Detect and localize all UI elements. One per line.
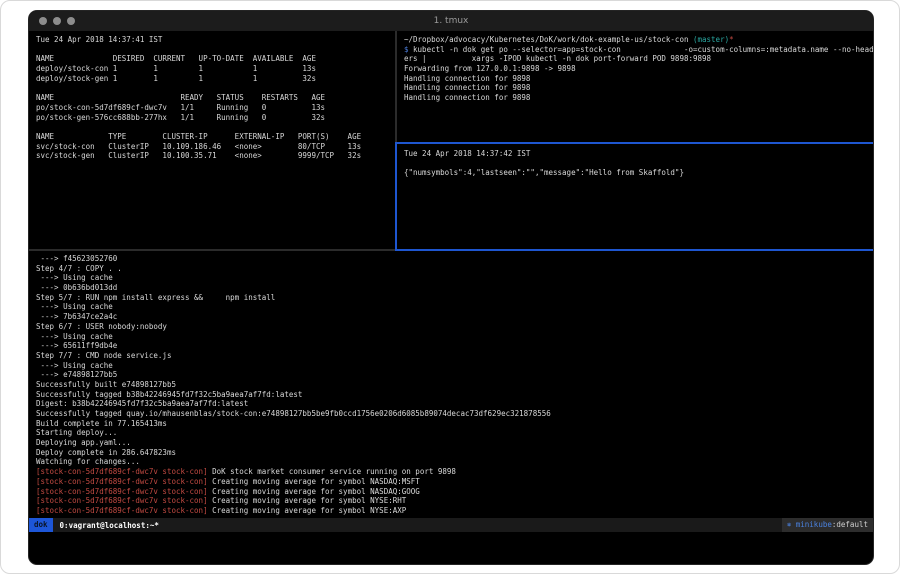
table-row: po/stock-gen-576cc688bb-277hx 1/1 Runnin… — [36, 113, 395, 123]
tmux-window-label[interactable]: 0:vagrant@localhost:~* — [53, 521, 159, 530]
command-text: kubectl -n dok get po --selector=app=sto… — [409, 45, 873, 54]
window-titlebar[interactable]: 1. tmux — [29, 11, 873, 31]
build-output-line: Step 7/7 : CMD node service.js — [36, 351, 873, 361]
tmux-session-name[interactable]: dok — [29, 518, 53, 532]
build-output-line: Step 5/7 : RUN npm install express && np… — [36, 293, 873, 303]
pod-log-line: [stock-con-5d7df689cf-dwc7v stock-con] C… — [36, 477, 873, 487]
build-output-line: Starting deploy... — [36, 428, 873, 438]
pod-log-message: DoK stock market consumer service runnin… — [208, 467, 456, 476]
build-output-line: ---> 65611ff9db4e — [36, 341, 873, 351]
build-output-line: Digest: b38b42246945fd7f32c5ba9aea7af7fd… — [36, 399, 873, 409]
command-line: $ kubectl -n dok get po --selector=app=s… — [404, 45, 873, 55]
pod-log-message: Creating moving average for symbol NYSE:… — [208, 496, 407, 505]
pod-log-prefix: [stock-con-5d7df689cf-dwc7v stock-con] — [36, 477, 208, 486]
pod-log-message: Creating moving average for symbol NYSE:… — [208, 506, 407, 515]
port-forward-output: Forwarding from 127.0.0.1:9898 -> 9898Ha… — [404, 64, 873, 103]
build-output-line: ---> Using cache — [36, 302, 873, 312]
pod-log-prefix: [stock-con-5d7df689cf-dwc7v stock-con] — [36, 496, 208, 505]
build-output-line: ---> Using cache — [36, 361, 873, 371]
table-row: svc/stock-con ClusterIP 10.109.186.46 <n… — [36, 142, 395, 152]
pane-service-response[interactable]: Tue 24 Apr 2018 14:37:42 IST {"numsymbol… — [397, 144, 873, 249]
pane-skaffold-build[interactable]: ---> f45623052760Step 4/7 : COPY . . ---… — [29, 251, 873, 518]
build-output-line: Step 6/7 : USER nobody:nobody — [36, 322, 873, 332]
timestamp-line: Tue 24 Apr 2018 14:37:42 IST — [404, 149, 873, 159]
output-line: Handling connection for 9898 — [404, 83, 873, 93]
pod-log-prefix: [stock-con-5d7df689cf-dwc7v stock-con] — [36, 506, 208, 515]
blank-line — [404, 159, 873, 169]
build-output-line: ---> 0b636bd013dd — [36, 283, 873, 293]
terminal-window: 1. tmux Tue 24 Apr 2018 14:37:41 IST NAM… — [29, 11, 873, 564]
table-row: svc/stock-gen ClusterIP 10.100.35.71 <no… — [36, 151, 395, 161]
table-row: deploy/stock-con 1 1 1 1 13s — [36, 64, 395, 74]
build-output-line: Deploy complete in 286.647823ms — [36, 448, 873, 458]
build-output-line: Step 4/7 : COPY . . — [36, 264, 873, 274]
build-output-line: Deploying app.yaml... — [36, 438, 873, 448]
pod-log-prefix: [stock-con-5d7df689cf-dwc7v stock-con] — [36, 467, 208, 476]
build-output-line: ---> f45623052760 — [36, 254, 873, 264]
table-header-row: NAME TYPE CLUSTER-IP EXTERNAL-IP PORT(S)… — [36, 132, 395, 142]
skaffold-output: ---> f45623052760Step 4/7 : COPY . . ---… — [36, 254, 873, 516]
table-header-row: NAME READY STATUS RESTARTS AGE — [36, 93, 395, 103]
blank-line — [36, 83, 395, 93]
output-line: Handling connection for 9898 — [404, 74, 873, 84]
kube-context-indicator: ⎈minikube:default — [782, 518, 873, 532]
timestamp-line: Tue 24 Apr 2018 14:37:41 IST — [36, 35, 395, 45]
build-output-line: ---> Using cache — [36, 273, 873, 283]
build-output-line: ---> Using cache — [36, 332, 873, 342]
build-output-line: Successfully built e74898127bb5 — [36, 380, 873, 390]
output-line: Handling connection for 9898 — [404, 93, 873, 103]
tmux-status-bar: dok 0:vagrant@localhost:~* ⎈minikube:def… — [29, 518, 873, 532]
pod-log-line: [stock-con-5d7df689cf-dwc7v stock-con] C… — [36, 487, 873, 497]
kube-context-name: minikube — [791, 520, 832, 529]
output-line: Forwarding from 127.0.0.1:9898 -> 9898 — [404, 64, 873, 74]
blank-line — [36, 45, 395, 55]
window-title: 1. tmux — [29, 11, 873, 31]
table-row: deploy/stock-gen 1 1 1 1 32s — [36, 74, 395, 84]
kubectl-tables: NAME DESIRED CURRENT UP-TO-DATE AVAILABL… — [36, 45, 395, 161]
blank-line — [36, 122, 395, 132]
pod-log-line: [stock-con-5d7df689cf-dwc7v stock-con] D… — [36, 467, 873, 477]
build-output-line: Successfully tagged quay.io/mhausenblas/… — [36, 409, 873, 419]
pod-log-message: Creating moving average for symbol NASDA… — [208, 477, 420, 486]
command-line-wrap: ers | xargs -IPOD kubectl -n dok port-fo… — [404, 54, 873, 64]
build-output-line: Watching for changes... — [36, 457, 873, 467]
build-output-line: ---> 7b6347ce2a4c — [36, 312, 873, 322]
pod-log-prefix: [stock-con-5d7df689cf-dwc7v stock-con] — [36, 487, 208, 496]
screenshot-frame: 1. tmux Tue 24 Apr 2018 14:37:41 IST NAM… — [0, 0, 900, 574]
git-dirty-marker: * — [729, 35, 734, 44]
pod-log-message: Creating moving average for symbol NASDA… — [208, 487, 420, 496]
build-output-line: ---> e74898127bb5 — [36, 370, 873, 380]
pane-kubectl-watch[interactable]: Tue 24 Apr 2018 14:37:41 IST NAME DESIRE… — [29, 31, 395, 249]
json-response-line: {"numsymbols":4,"lastseen":"","message":… — [404, 168, 873, 178]
git-branch: (master) — [688, 35, 729, 44]
pane-port-forward[interactable]: ~/Dropbox/advocacy/Kubernetes/DoK/work/d… — [397, 31, 873, 142]
table-row: po/stock-con-5d7df689cf-dwc7v 1/1 Runnin… — [36, 103, 395, 113]
kube-namespace: :default — [832, 520, 868, 529]
build-output-line: Successfully tagged b38b42246945fd7f32c5… — [36, 390, 873, 400]
shell-path-line: ~/Dropbox/advocacy/Kubernetes/DoK/work/d… — [404, 35, 873, 45]
pod-log-line: [stock-con-5d7df689cf-dwc7v stock-con] C… — [36, 506, 873, 516]
cwd-path: ~/Dropbox/advocacy/Kubernetes/DoK/work/d… — [404, 35, 688, 44]
pod-log-line: [stock-con-5d7df689cf-dwc7v stock-con] C… — [36, 496, 873, 506]
build-output-line: Build complete in 77.165413ms — [36, 419, 873, 429]
table-header-row: NAME DESIRED CURRENT UP-TO-DATE AVAILABL… — [36, 54, 395, 64]
